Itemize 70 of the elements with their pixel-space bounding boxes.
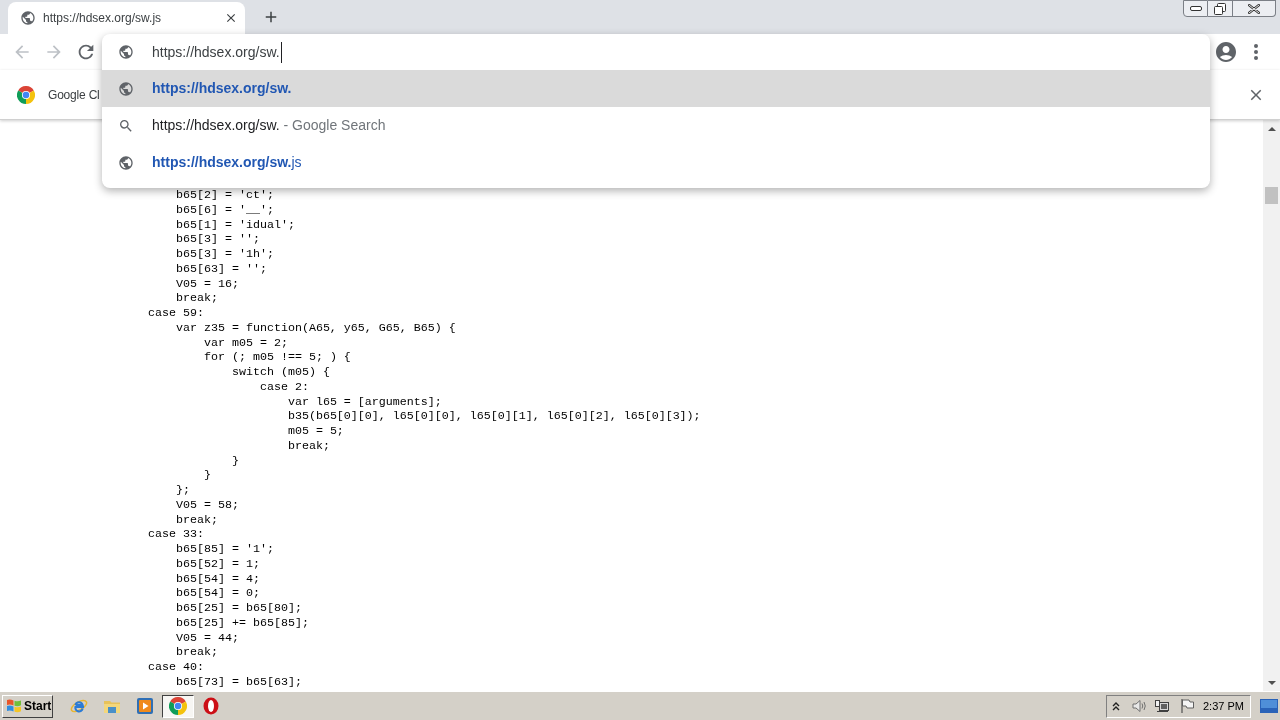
letter-e-logo-icon bbox=[70, 697, 88, 715]
code-line: for (; m05 !== 5; ) { bbox=[203, 350, 351, 365]
restore-button[interactable] bbox=[1208, 0, 1233, 17]
code-line: m05 = 5; bbox=[287, 424, 344, 438]
code-line: break; bbox=[176, 291, 218, 306]
code-line: }; bbox=[176, 483, 190, 497]
expand-chevrons-icon[interactable] bbox=[1112, 701, 1120, 711]
close-icon bbox=[1248, 3, 1260, 14]
code-line: var l65 = [arguments]; bbox=[287, 394, 442, 409]
person-icon bbox=[1214, 40, 1238, 64]
code-line: V05 = 58; bbox=[176, 497, 239, 512]
code-line: b65[3] = '1h'; bbox=[176, 247, 274, 261]
browser-logo-icon bbox=[17, 85, 35, 104]
code-line: switch (m05) { bbox=[231, 365, 330, 379]
code-line: V05 = 16; bbox=[176, 276, 239, 291]
code-line: b65[25] = b65[80]; bbox=[176, 601, 302, 615]
ring-logo-icon bbox=[202, 697, 220, 715]
code-line: } bbox=[231, 453, 239, 468]
infobar-message: Google Cl bbox=[48, 86, 100, 104]
clock-time: 2:37 PM bbox=[1203, 698, 1244, 714]
suggestion-item[interactable]: https://hdsex.org/sw. bbox=[102, 70, 1210, 107]
code-line: b65[25] += b65[85]; bbox=[176, 615, 309, 630]
globe-icon bbox=[118, 154, 134, 171]
minimize-icon bbox=[1189, 6, 1202, 11]
code-line: break; bbox=[287, 438, 330, 453]
browser-tab[interactable]: https://hdsex.org/sw.js bbox=[8, 2, 245, 34]
globe-icon bbox=[118, 80, 134, 97]
taskbar-app-button[interactable] bbox=[162, 694, 194, 718]
scroll-down-icon bbox=[1267, 680, 1276, 685]
code-line: b65[54] = 4; bbox=[176, 571, 260, 586]
code-line: var m05 = 2; bbox=[203, 335, 288, 350]
globe-icon bbox=[118, 44, 134, 60]
code-line: case 33: bbox=[148, 527, 204, 542]
code-line: b65[63] = ''; bbox=[176, 261, 267, 276]
network-icon[interactable] bbox=[1154, 698, 1170, 714]
code-line: } bbox=[203, 468, 211, 483]
suggestion-item[interactable]: https://hdsex.org/sw. - Google Search bbox=[102, 107, 1210, 144]
code-line: b65[52] = 1; bbox=[176, 556, 260, 571]
search-icon bbox=[118, 117, 134, 134]
flag-icon[interactable] bbox=[1179, 698, 1195, 714]
scroll-up-icon bbox=[1267, 126, 1276, 131]
start-logo-icon bbox=[6, 698, 22, 714]
menu-icon bbox=[1254, 44, 1258, 60]
code-line: case 2: bbox=[259, 379, 309, 394]
code-line: b65[1] = 'idual'; bbox=[176, 217, 295, 232]
code-line: b65[2] = 'ct'; bbox=[176, 188, 274, 202]
code-line: break; bbox=[176, 645, 218, 660]
code-line: b65[73] = b65[63]; bbox=[176, 674, 302, 689]
scrollbar-thumb[interactable] bbox=[1265, 187, 1278, 204]
code-line: var z35 = function(A65, y65, G65, B65) { bbox=[176, 320, 456, 335]
code-line: b65[85] = '1'; bbox=[176, 542, 274, 556]
speaker-icon[interactable] bbox=[1131, 698, 1147, 714]
code-line: V05 = 44; bbox=[176, 630, 239, 645]
code-line: case 59: bbox=[148, 306, 204, 320]
globe-icon bbox=[20, 10, 36, 26]
minimize-button[interactable] bbox=[1183, 0, 1208, 17]
browser-logo-icon bbox=[169, 697, 187, 715]
suggestion-item[interactable]: https://hdsex.org/sw.js bbox=[102, 144, 1210, 181]
code-line: case 40: bbox=[148, 660, 204, 674]
restore-icon bbox=[1214, 2, 1226, 15]
play-icon bbox=[136, 697, 154, 715]
close-icon bbox=[224, 11, 238, 25]
code-line: b65[3] = ''; bbox=[176, 232, 260, 247]
code-line: break; bbox=[176, 512, 218, 527]
code-line: b35(b65[0][0], l65[0][0], l65[0][1], l65[0][2], l65[0][3]); bbox=[287, 409, 701, 424]
start-button[interactable]: Start bbox=[2, 694, 53, 718]
close-window-button[interactable] bbox=[1233, 0, 1276, 17]
address-field[interactable]: https://hdsex.org/sw. bbox=[152, 40, 1192, 64]
code-line: b65[54] = 0; bbox=[176, 586, 260, 601]
code-line: b65[6] = '__'; bbox=[176, 202, 274, 217]
